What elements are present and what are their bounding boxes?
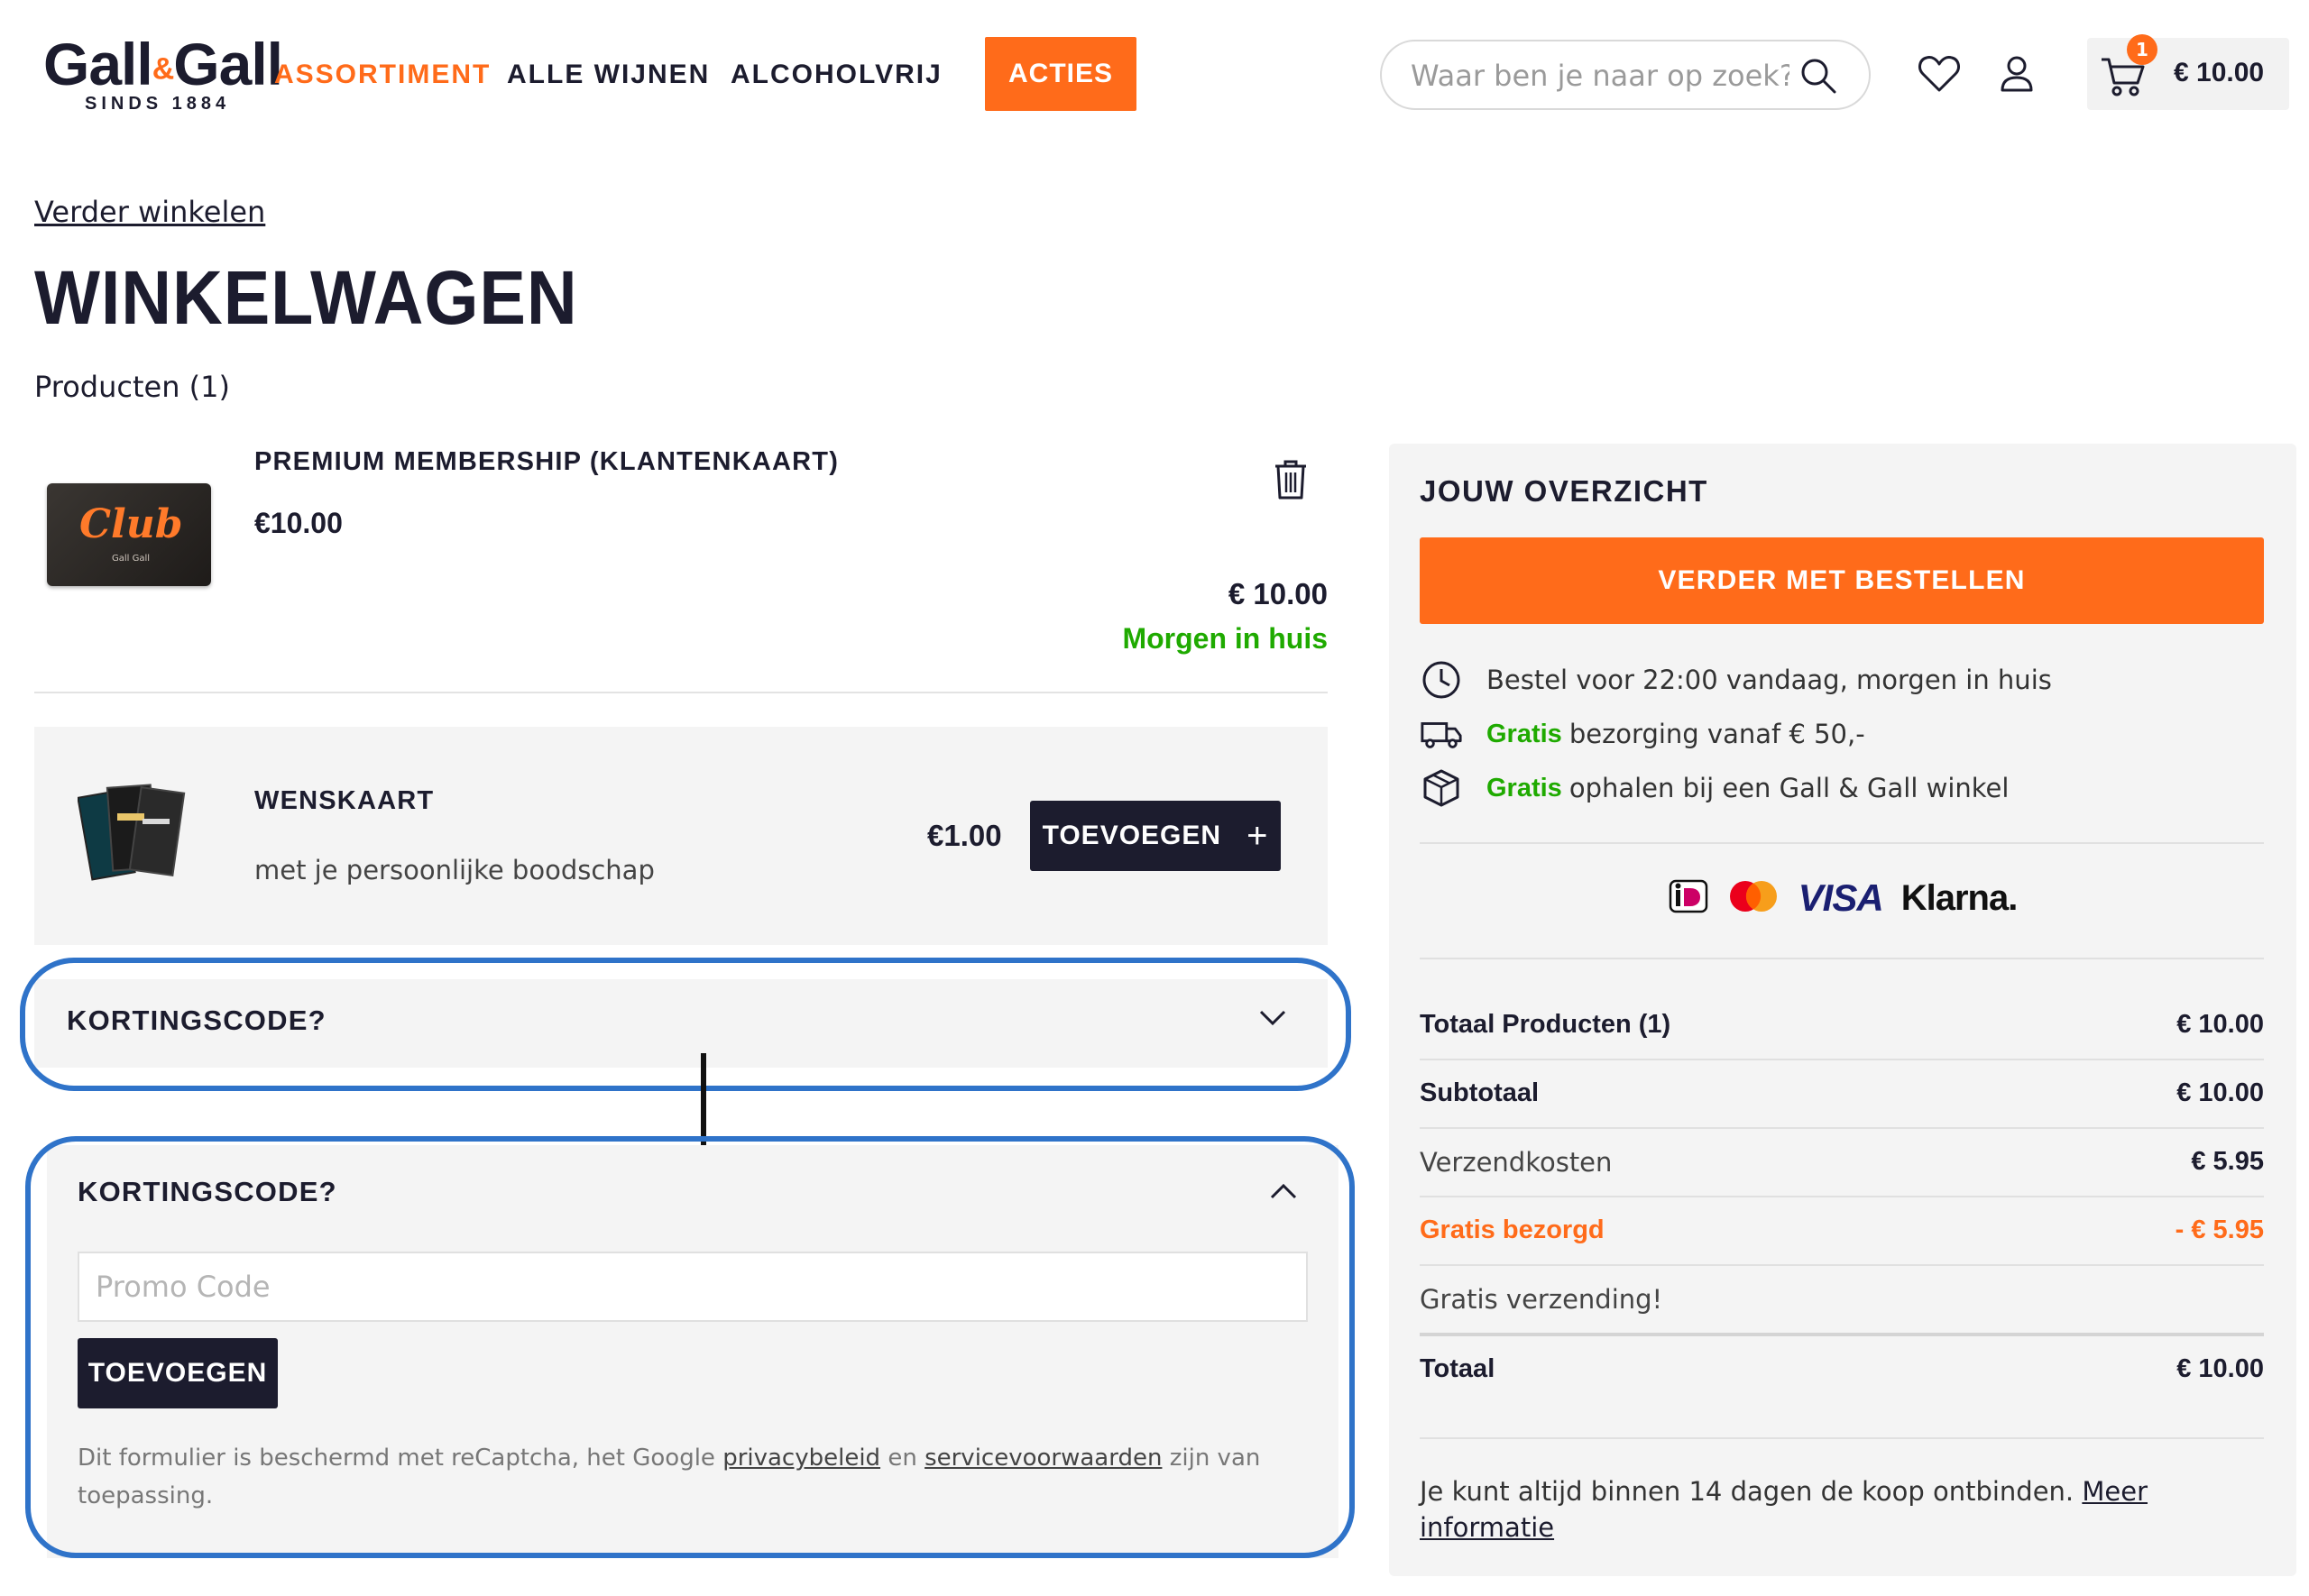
- add-greeting-card-button[interactable]: TOEVOEGEN +: [1030, 801, 1281, 871]
- mastercard-icon: [1726, 879, 1780, 917]
- summary-row: Verzendkosten € 5.95: [1420, 1147, 2264, 1178]
- klarna-logo: Klarna.: [1900, 877, 2019, 918]
- plus-icon: +: [1246, 816, 1269, 856]
- nav-assortiment[interactable]: ASSORTIMENT: [274, 60, 491, 90]
- divider: [1420, 1127, 2264, 1129]
- divider: [1420, 1264, 2264, 1266]
- greeting-card-image: [77, 777, 204, 885]
- product-title: PREMIUM MEMBERSHIP (KLANTENKAART): [254, 447, 840, 476]
- page-title: WINKELWAGEN: [34, 255, 578, 340]
- product-price: €10.00: [254, 507, 343, 539]
- heart-icon[interactable]: [1916, 50, 1963, 101]
- user-icon[interactable]: [1995, 52, 2038, 99]
- highlight-outline: [25, 1136, 1355, 1558]
- divider: [1420, 1437, 2264, 1439]
- nav-alle-wijnen[interactable]: ALLE WIJNEN: [507, 60, 710, 90]
- search-box: [1380, 40, 1871, 110]
- divider: [1420, 958, 2264, 959]
- continue-shopping-link[interactable]: Verder winkelen: [34, 195, 265, 229]
- upsell-title: WENSKAART: [254, 786, 435, 815]
- nav-alcoholvrij[interactable]: ALCOHOLVRIJ: [731, 60, 943, 90]
- logo-tagline: SINDS 1884: [85, 94, 231, 114]
- upsell-card: WENSKAART met je persoonlijke boodschap …: [34, 727, 1328, 945]
- visa-logo: VISA: [1798, 876, 1884, 919]
- divider: [1420, 1196, 2264, 1197]
- delivery-estimate: Morgen in huis: [1122, 622, 1328, 655]
- upsell-price: €1.00: [927, 819, 1002, 852]
- ideal-icon: [1669, 879, 1708, 917]
- usp-item: Bestel voor 22:00 vandaag, morgen in hui…: [1420, 658, 2052, 702]
- nav-acties-button[interactable]: ACTIES: [985, 37, 1136, 111]
- divider: [1420, 1333, 2264, 1336]
- cart-count-badge: 1: [2127, 34, 2157, 65]
- box-icon: [1420, 766, 1463, 810]
- usp-item: Gratis ophalen bij een Gall & Gall winkel: [1420, 766, 2009, 810]
- checkout-button[interactable]: VERDER MET BESTELLEN: [1420, 537, 2264, 624]
- products-count: Producten (1): [34, 370, 230, 404]
- summary-row: Subtotaal € 10.00: [1420, 1078, 2264, 1107]
- product-line-total: € 10.00: [1228, 577, 1328, 610]
- cart-amount: € 10.00: [2174, 58, 2265, 87]
- search-input[interactable]: [1411, 56, 1789, 96]
- payment-methods: VISA Klarna.: [1389, 876, 2296, 920]
- summary-title: JOUW OVERZICHT: [1420, 474, 1708, 508]
- summary-row-total: Totaal € 10.00: [1420, 1354, 2264, 1383]
- summary-row: Gratis verzending!: [1420, 1284, 1663, 1315]
- upsell-subtitle: met je persoonlijke boodschap: [254, 855, 655, 885]
- product-image-club-card: Club Gall Gall: [47, 483, 211, 586]
- divider: [1420, 1059, 2264, 1060]
- withdrawal-notice: Je kunt altijd binnen 14 dagen de koop o…: [1420, 1476, 2148, 1543]
- divider: [1420, 842, 2264, 844]
- order-summary: JOUW OVERZICHT VERDER MET BESTELLEN Best…: [1389, 444, 2296, 1576]
- summary-row: Totaal Producten (1) € 10.00: [1420, 1010, 2264, 1039]
- usp-item: Gratis bezorging vanaf € 50,-: [1420, 712, 1865, 756]
- truck-icon: [1420, 712, 1463, 756]
- divider: [34, 692, 1328, 693]
- clock-icon: [1420, 658, 1463, 702]
- cart-button[interactable]: 1 € 10.00: [2087, 34, 2289, 110]
- logo[interactable]: Gall&Gall: [43, 32, 283, 101]
- search-icon[interactable]: [1797, 54, 1840, 101]
- trash-icon[interactable]: [1272, 458, 1310, 505]
- summary-row-discount: Gratis bezorgd - € 5.95: [1420, 1215, 2264, 1244]
